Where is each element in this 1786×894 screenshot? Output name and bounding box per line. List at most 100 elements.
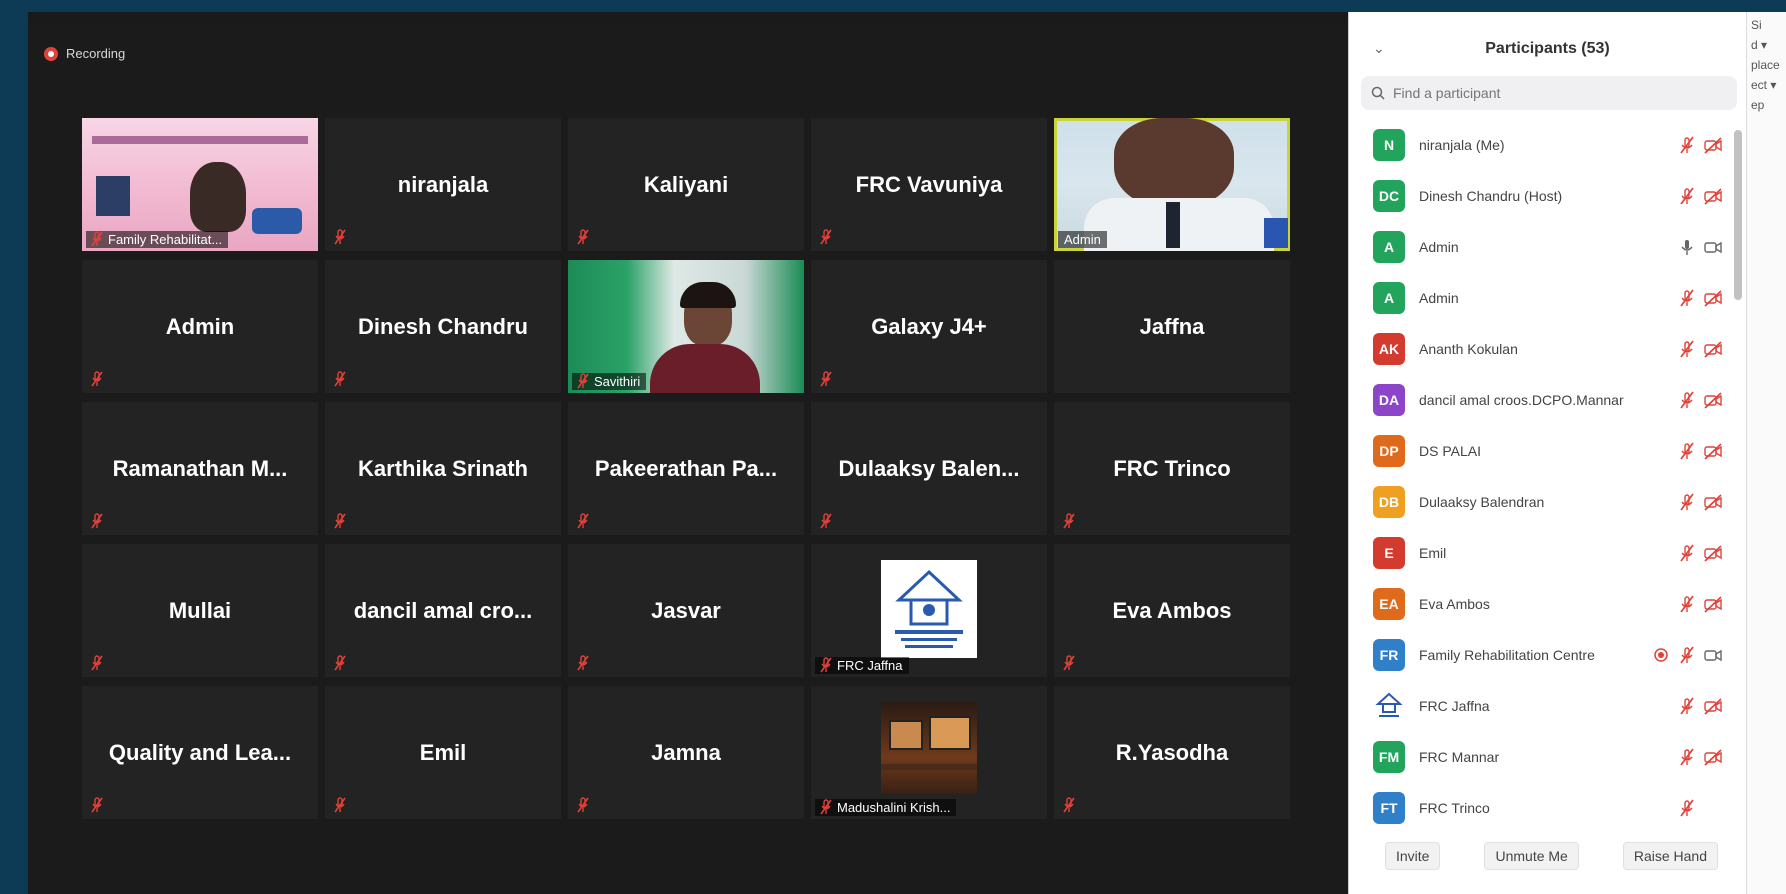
video-caption: Family Rehabilitat... xyxy=(86,231,229,248)
participant-name: FRC Mannar xyxy=(1419,748,1500,765)
participant-name: Admin xyxy=(1419,238,1459,255)
participant-status-icons xyxy=(1677,135,1723,155)
muted-mic-icon xyxy=(576,797,590,813)
participant-tile[interactable]: Family Rehabilitat... xyxy=(82,118,318,251)
avatar-initials: A xyxy=(1383,289,1395,306)
participant-tile[interactable]: Jaffna xyxy=(1054,260,1290,393)
participant-tile[interactable]: Madushalini Krish... xyxy=(811,686,1047,819)
participant-tile[interactable]: Galaxy J4+ xyxy=(811,260,1047,393)
caption-text: FRC Jaffna xyxy=(837,658,903,673)
muted-mic-icon xyxy=(90,513,104,529)
raise-hand-button[interactable]: Raise Hand xyxy=(1622,842,1718,870)
muted-mic-icon xyxy=(1062,797,1076,813)
participant-search[interactable] xyxy=(1361,76,1737,110)
avatar-initials: A xyxy=(1383,238,1395,255)
participant-tile[interactable]: Karthika Srinath xyxy=(325,402,561,535)
tile-name: Mullai xyxy=(168,597,232,623)
participant-tile[interactable]: Savithiri xyxy=(568,260,804,393)
camera-off-icon xyxy=(1703,747,1723,767)
participant-row[interactable]: DB Dulaaksy Balendran xyxy=(1349,476,1729,527)
participant-row[interactable]: DC Dinesh Chandru (Host) xyxy=(1349,170,1729,221)
participant-list: Nniranjala (Me) DC Dinesh Chandru (Host) A A… xyxy=(1349,119,1729,833)
participant-tile[interactable]: Kaliyani xyxy=(568,118,804,251)
participant-tile[interactable]: R.Yasodha xyxy=(1054,686,1290,819)
muted-mic-icon xyxy=(1677,441,1697,461)
muted-mic-icon xyxy=(819,229,833,245)
camera-off-icon xyxy=(1703,390,1723,410)
participant-tile[interactable]: Dinesh Chandru xyxy=(325,260,561,393)
camera-off-icon xyxy=(1703,441,1723,461)
recording-label: Recording xyxy=(66,46,126,61)
participant-tile[interactable]: FRC Vavuniya xyxy=(811,118,1047,251)
muted-mic-icon xyxy=(333,229,347,245)
participant-name: dancil amal croos.DCPO.Mannar xyxy=(1419,391,1624,408)
participant-name: Dulaaksy Balendran xyxy=(1419,493,1545,510)
participant-tile[interactable]: Emil xyxy=(325,686,561,819)
participant-name: Ananth Kokulan xyxy=(1419,340,1518,357)
participant-name: FRC Jaffna xyxy=(1419,697,1490,714)
avatar-initials: FM xyxy=(1378,748,1400,765)
muted-mic-icon xyxy=(1062,513,1076,529)
muted-mic-icon xyxy=(333,797,347,813)
participant-tile[interactable]: dancil amal cro... xyxy=(325,544,561,677)
unmute-me-button[interactable]: Unmute Me xyxy=(1484,842,1579,870)
avatar-initials: DC xyxy=(1378,187,1400,204)
participant-name: niranjala (Me) xyxy=(1419,136,1505,153)
participant-tile[interactable]: FRC Jaffna xyxy=(811,544,1047,677)
participant-tile[interactable]: Quality and Lea... xyxy=(82,686,318,819)
participant-name: DS PALAI xyxy=(1419,442,1481,459)
camera-icon xyxy=(1703,237,1723,257)
participant-tile[interactable]: Eva Ambos xyxy=(1054,544,1290,677)
tile-name: Jamna xyxy=(651,739,721,765)
avatar: DP xyxy=(1373,434,1405,467)
participant-row[interactable]: EA Eva Ambos xyxy=(1349,578,1729,629)
muted-mic-icon xyxy=(1677,747,1697,767)
muted-mic-icon xyxy=(1677,798,1697,818)
participant-row[interactable]: AK Ananth Kokulan xyxy=(1349,323,1729,374)
participant-tile[interactable]: Dulaaksy Balen... xyxy=(811,402,1047,535)
participants-panel: ⌄ Participants (53) Nniranjala (Me)DCDin… xyxy=(1348,12,1746,894)
tile-name: Quality and Lea... xyxy=(108,739,292,765)
participant-tile[interactable]: Mullai xyxy=(82,544,318,677)
avatar-initials: FT xyxy=(1380,799,1398,816)
participant-name: Admin xyxy=(1419,289,1459,306)
avatar: EA xyxy=(1373,587,1405,620)
participant-tile[interactable]: Pakeerathan Pa... xyxy=(568,402,804,535)
participant-row[interactable]: Nniranjala (Me) xyxy=(1349,119,1729,170)
participant-status-icons xyxy=(1677,492,1723,512)
participant-scrollbar[interactable] xyxy=(1734,130,1742,300)
participant-status-icons xyxy=(1677,441,1723,461)
participant-row[interactable]: FT FRC Trinco xyxy=(1349,782,1729,833)
participant-tile[interactable]: niranjala xyxy=(325,118,561,251)
participant-tile[interactable]: Ramanathan M... xyxy=(82,402,318,535)
camera-off-icon xyxy=(1703,696,1723,716)
participant-row[interactable]: FM FRC Mannar xyxy=(1349,731,1729,782)
participant-row[interactable]: FR Family Rehabilitation Centre xyxy=(1349,629,1729,680)
participant-tile[interactable]: Admin xyxy=(1054,118,1290,251)
muted-mic-icon xyxy=(1677,696,1697,716)
participant-row[interactable]: A Admin xyxy=(1349,221,1729,272)
muted-mic-icon xyxy=(1062,655,1076,671)
participant-tile[interactable]: Admin xyxy=(82,260,318,393)
edge-text: ect ▾ xyxy=(1751,78,1777,92)
participant-row[interactable]: DA dancil amal croos.DCPO.Mannar xyxy=(1349,374,1729,425)
participant-row[interactable]: A Admin xyxy=(1349,272,1729,323)
participant-status-icons xyxy=(1677,237,1723,257)
avatar-initials: EA xyxy=(1379,595,1399,612)
participant-tile[interactable]: Jamna xyxy=(568,686,804,819)
search-input[interactable] xyxy=(1393,85,1713,101)
recording-indicator[interactable]: Recording xyxy=(44,46,125,61)
tile-name: FRC Trinco xyxy=(1113,455,1231,481)
participant-row[interactable]: FRC Jaffna xyxy=(1349,680,1729,731)
avatar: FM xyxy=(1373,740,1405,773)
participant-tile[interactable]: FRC Trinco xyxy=(1054,402,1290,535)
participant-status-icons xyxy=(1677,390,1723,410)
participant-row[interactable]: DP DS PALAI xyxy=(1349,425,1729,476)
invite-button[interactable]: Invite xyxy=(1385,842,1441,870)
tile-name: Eva Ambos xyxy=(1112,597,1232,623)
avatar: E xyxy=(1373,536,1405,569)
tile-name: Ramanathan M... xyxy=(112,455,288,481)
tile-name: Karthika Srinath xyxy=(358,455,528,481)
participant-tile[interactable]: Jasvar xyxy=(568,544,804,677)
participant-row[interactable]: E Emil xyxy=(1349,527,1729,578)
